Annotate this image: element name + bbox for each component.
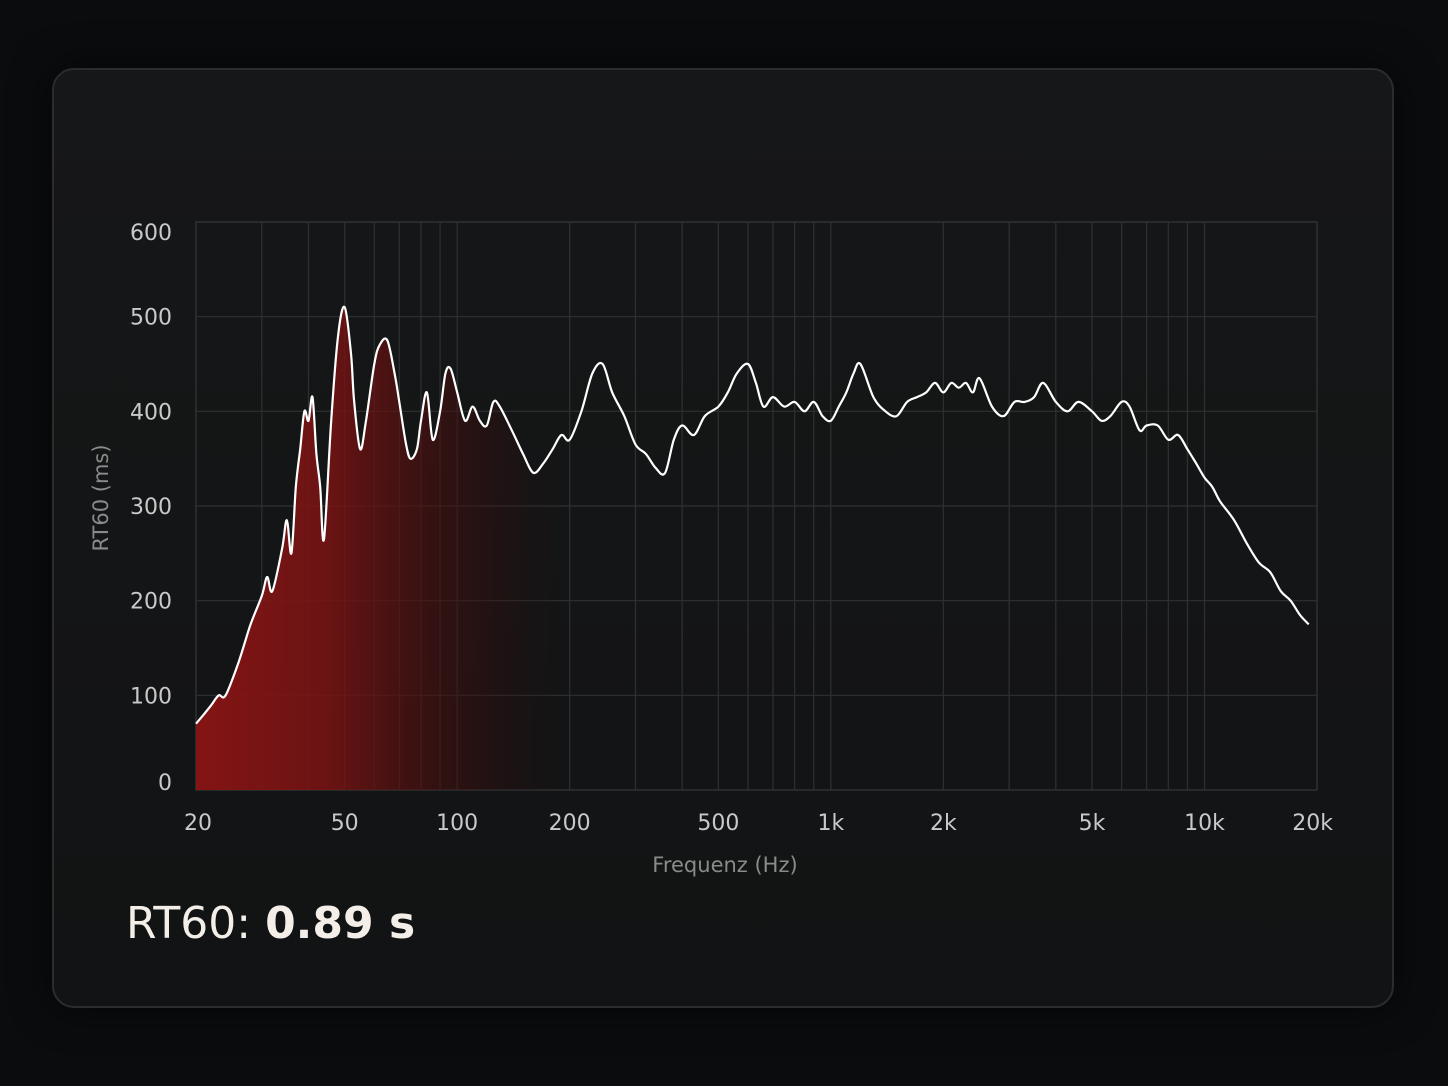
x-tick-label: 50 [331, 811, 359, 836]
rt60-readout: RT60: 0.89 s [126, 898, 415, 949]
x-tick-label: 1k [817, 811, 844, 836]
x-tick-label: 20k [1292, 811, 1333, 836]
x-tick-label: 5k [1079, 811, 1106, 836]
x-axis-label: Frequenz (Hz) [652, 853, 797, 877]
x-tick-label: 2k [930, 811, 957, 836]
y-tick-label: 400 [130, 400, 172, 425]
rt60-readout-label: RT60: [126, 898, 252, 949]
y-tick-label: 100 [130, 684, 172, 709]
rt60-area-fill [196, 306, 1309, 790]
y-tick-labels: 0 100 200 300 400 500 600 [130, 221, 172, 796]
x-tick-label: 100 [436, 811, 478, 836]
y-tick-label: 600 [130, 221, 172, 246]
x-tick-label: 10k [1184, 811, 1225, 836]
x-tick-labels: 20 50 100 200 500 1k 2k 5k 10k 20k [184, 811, 1333, 836]
x-tick-label: 200 [549, 811, 591, 836]
y-axis-label: RT60 (ms) [89, 444, 113, 551]
y-tick-label: 0 [158, 771, 172, 796]
x-tick-label: 500 [697, 811, 739, 836]
y-tick-label: 200 [130, 590, 172, 615]
rt60-card: 20 50 100 200 500 1k 2k 5k 10k 20k 0 100 200 300 400 5… [52, 68, 1394, 1008]
area-layer [196, 306, 1309, 790]
rt60-readout-value: 0.89 s [265, 898, 416, 949]
rt60-chart: 20 50 100 200 500 1k 2k 5k 10k 20k 0 100 200 300 400 5… [89, 221, 1333, 877]
x-tick-label: 20 [184, 811, 212, 836]
y-tick-label: 300 [130, 495, 172, 520]
y-tick-label: 500 [130, 306, 172, 331]
